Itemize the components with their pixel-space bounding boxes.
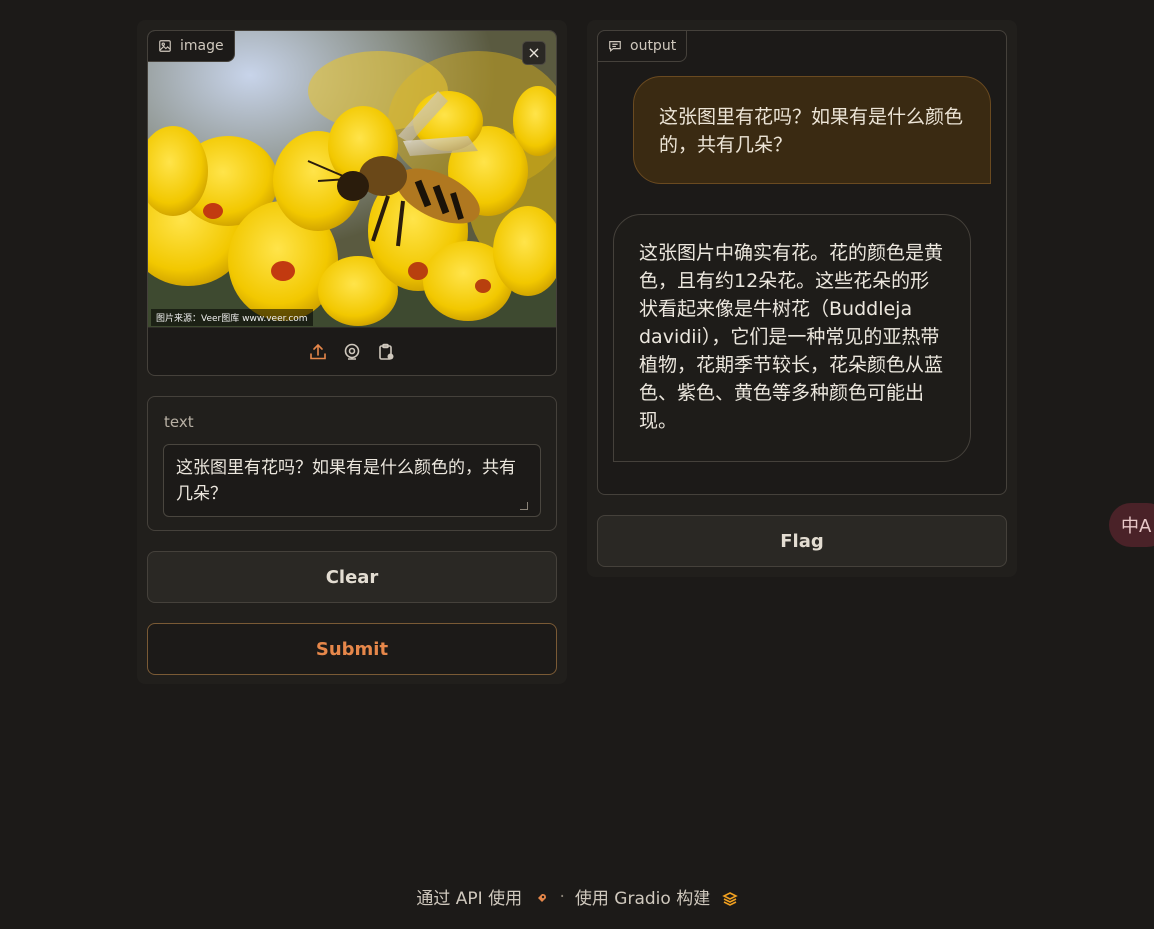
image-label: image	[148, 31, 235, 62]
clear-button[interactable]: Clear	[147, 551, 557, 603]
api-link-text: 通过 API 使用	[416, 889, 523, 909]
webcam-icon[interactable]	[342, 342, 362, 362]
text-label: text	[164, 413, 194, 431]
gradio-logo-icon	[721, 892, 738, 906]
upload-icon[interactable]	[308, 342, 328, 362]
assistant-message: 这张图片中确实有花。花的颜色是黄色，且有约12朵花。这些花朵的形状看起来像是牛树…	[613, 214, 971, 462]
footer: 通过 API 使用 · 使用 Gradio 构建	[0, 884, 1154, 909]
gradio-link-text: 使用 Gradio 构建	[574, 889, 711, 909]
uploaded-image: 图片来源：Veer图库 www.veer.com	[148, 31, 556, 327]
chat-icon	[609, 41, 621, 53]
translate-icon: 中A	[1121, 516, 1152, 537]
clear-image-button[interactable]: ×	[522, 41, 546, 65]
resize-handle[interactable]	[520, 502, 528, 510]
image-input-panel[interactable]: image × 图片来源：Veer图库 www.veer.com	[147, 30, 557, 376]
flag-button[interactable]: Flag	[597, 515, 1007, 567]
clipboard-icon[interactable]	[376, 342, 396, 362]
image-icon	[159, 40, 171, 52]
image-label-text: image	[180, 38, 224, 54]
user-message: 这张图里有花吗？如果有是什么颜色的，共有几朵？	[633, 76, 991, 184]
image-source-bar	[148, 327, 556, 375]
translate-button[interactable]: 中A	[1109, 503, 1154, 547]
output-panel: output 这张图里有花吗？如果有是什么颜色的，共有几朵？ 这张图片中确实有花…	[597, 30, 1007, 495]
rocket-icon	[537, 894, 547, 903]
input-column: image × 图片来源：Veer图库 www.veer.com text 这张…	[137, 20, 567, 684]
image-watermark: 图片来源：Veer图库 www.veer.com	[151, 309, 313, 326]
output-label: output	[597, 30, 688, 62]
text-input-panel: text 这张图里有花吗？如果有是什么颜色的，共有几朵？	[147, 396, 557, 531]
output-column: output 这张图里有花吗？如果有是什么颜色的，共有几朵？ 这张图片中确实有花…	[587, 20, 1017, 577]
text-input[interactable]: 这张图里有花吗？如果有是什么颜色的，共有几朵？	[163, 444, 541, 517]
gradio-link[interactable]: 使用 Gradio 构建	[575, 884, 738, 909]
output-label-text: output	[630, 38, 677, 54]
footer-separator: ·	[559, 886, 565, 907]
submit-button[interactable]: Submit	[147, 623, 557, 675]
api-link[interactable]: 通过 API 使用	[416, 884, 549, 909]
